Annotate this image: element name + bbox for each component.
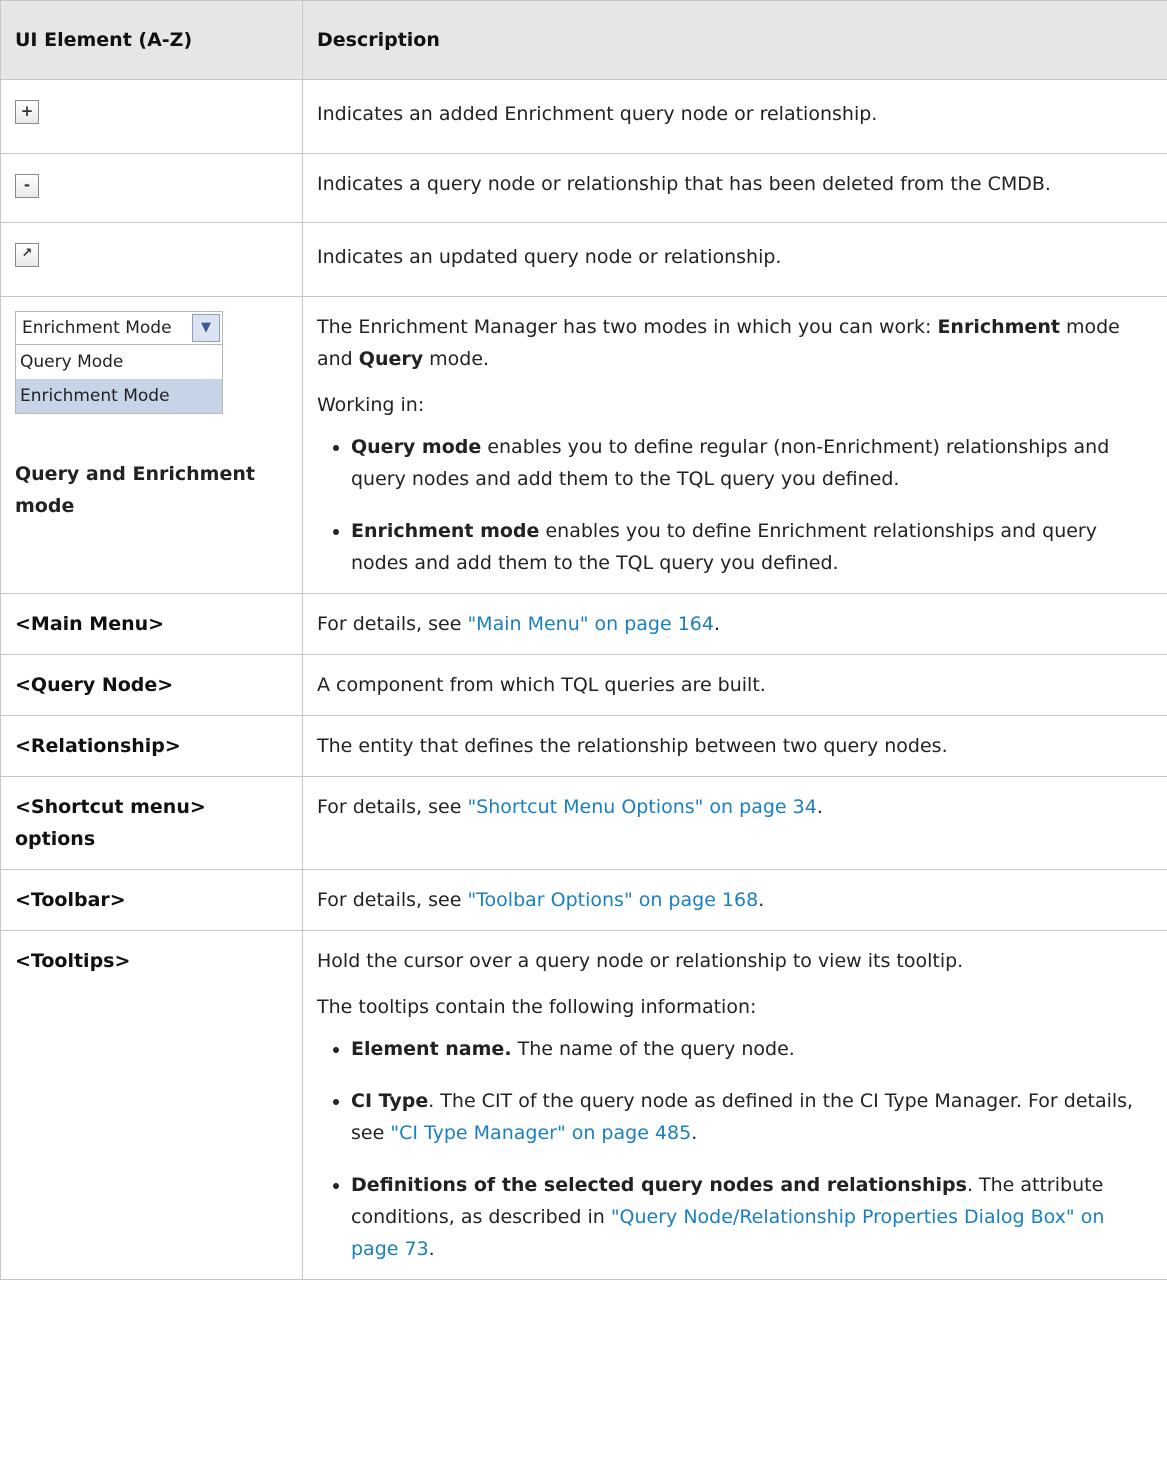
description-cell: The entity that defines the relationship… (302, 715, 1167, 777)
list-item: CI Type. The CIT of the query node as de… (351, 1085, 1153, 1149)
table-row: <Query Node> A component from which TQL … (0, 654, 1167, 716)
list-item: Element name. The name of the query node… (351, 1033, 1153, 1065)
element-cell: ↗ (0, 222, 303, 297)
description-cell: The Enrichment Manager has two modes in … (302, 296, 1167, 594)
header-description: Description (302, 0, 1167, 80)
table-header-row: UI Element (A-Z) Description (0, 0, 1167, 80)
tooltips-intro: Hold the cursor over a query node or rel… (317, 950, 964, 972)
table-row: - Indicates a query node or relationship… (0, 153, 1167, 223)
description-cell: A component from which TQL queries are b… (302, 654, 1167, 716)
list-item: Definitions of the selected query nodes … (351, 1169, 1153, 1265)
element-label: Query and Enrichment mode (15, 463, 255, 517)
combo-value: Enrichment Mode (22, 318, 172, 338)
table-row: <Shortcut menu> options For details, see… (0, 776, 1167, 870)
description-cell: For details, see "Shortcut Menu Options"… (302, 776, 1167, 870)
description-cell: Indicates a query node or relationship t… (302, 153, 1167, 223)
table-row: + Indicates an added Enrichment query no… (0, 79, 1167, 154)
element-cell: <Relationship> (0, 715, 303, 777)
element-cell: <Query Node> (0, 654, 303, 716)
minus-icon: - (15, 174, 39, 198)
element-cell: <Shortcut menu> options (0, 776, 303, 870)
chevron-down-icon: ▼ (192, 314, 220, 342)
tooltips-contain: The tooltips contain the following infor… (317, 996, 757, 1018)
table-row: <Toolbar> For details, see "Toolbar Opti… (0, 869, 1167, 931)
toolbar-link[interactable]: "Toolbar Options" on page 168 (467, 889, 758, 911)
combo-option-enrichment: Enrichment Mode (16, 379, 222, 413)
element-cell: Enrichment Mode ▼ Query Mode Enrichment … (0, 296, 303, 594)
main-menu-link[interactable]: "Main Menu" on page 164 (467, 613, 714, 635)
list-item: Enrichment mode enables you to define En… (351, 515, 1153, 579)
mode-intro: The Enrichment Manager has two modes in … (317, 316, 1120, 370)
table-row: <Main Menu> For details, see "Main Menu"… (0, 593, 1167, 655)
ui-elements-table: UI Element (A-Z) Description + Indicates… (0, 0, 1167, 1280)
combo-option-query: Query Mode (20, 352, 124, 372)
description-cell: For details, see "Toolbar Options" on pa… (302, 869, 1167, 931)
working-in: Working in: (317, 394, 425, 416)
description-cell: Hold the cursor over a query node or rel… (302, 930, 1167, 1280)
element-cell: <Tooltips> (0, 930, 303, 1280)
mode-list: Query mode enables you to define regular… (317, 431, 1153, 579)
plus-icon: + (15, 100, 39, 124)
table-row: <Tooltips> Hold the cursor over a query … (0, 930, 1167, 1280)
updated-arrow-icon: ↗ (15, 243, 39, 267)
table-row: <Relationship> The entity that defines t… (0, 715, 1167, 777)
shortcut-menu-link[interactable]: "Shortcut Menu Options" on page 34 (467, 796, 816, 818)
ci-type-manager-link[interactable]: "CI Type Manager" on page 485 (390, 1122, 691, 1144)
table-row: Enrichment Mode ▼ Query Mode Enrichment … (0, 296, 1167, 594)
tooltips-list: Element name. The name of the query node… (317, 1033, 1153, 1265)
mode-combo-screenshot: Enrichment Mode ▼ Query Mode Enrichment … (15, 311, 223, 414)
element-cell: + (0, 79, 303, 154)
description-cell: For details, see "Main Menu" on page 164… (302, 593, 1167, 655)
table-row: ↗ Indicates an updated query node or rel… (0, 222, 1167, 297)
element-cell: <Toolbar> (0, 869, 303, 931)
element-cell: - (0, 153, 303, 223)
header-ui-element: UI Element (A-Z) (0, 0, 303, 80)
description-cell: Indicates an added Enrichment query node… (302, 79, 1167, 154)
list-item: Query mode enables you to define regular… (351, 431, 1153, 495)
description-cell: Indicates an updated query node or relat… (302, 222, 1167, 297)
element-cell: <Main Menu> (0, 593, 303, 655)
